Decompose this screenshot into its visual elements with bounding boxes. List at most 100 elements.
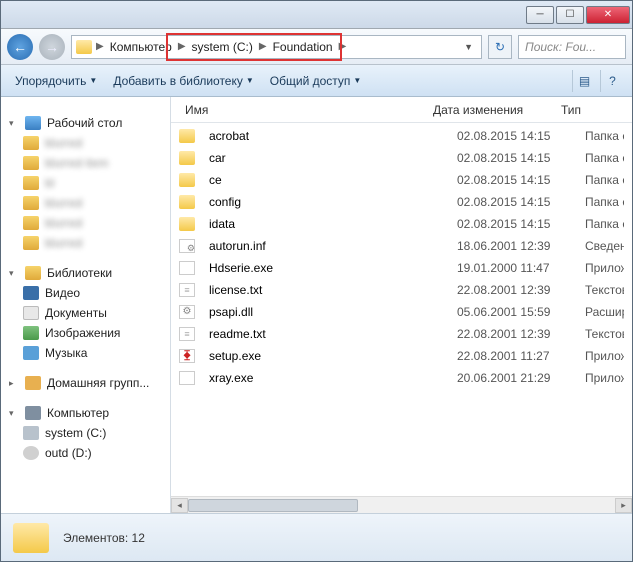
sidebar-item[interactable]: blurred item	[1, 153, 170, 173]
file-type: Приложени	[579, 371, 624, 385]
sidebar-video[interactable]: Видео	[1, 283, 170, 303]
chevron-down-icon: ▼	[89, 76, 97, 85]
folder-icon	[13, 523, 49, 553]
sidebar-computer[interactable]: ▾Компьютер	[1, 403, 170, 423]
dropdown-icon[interactable]: ▼	[460, 42, 477, 52]
view-button[interactable]: ▤	[572, 70, 596, 92]
search-input[interactable]: Поиск: Fou...	[518, 35, 626, 59]
scroll-track[interactable]	[188, 498, 615, 513]
file-row[interactable]: config02.08.2015 14:15Папка с фа	[171, 191, 632, 213]
file-type: Папка с фа	[579, 151, 624, 165]
sidebar-drive-c[interactable]: system (C:)	[1, 423, 170, 443]
add-to-library-button[interactable]: Добавить в библиотеку▼	[107, 71, 259, 91]
h-scrollbar[interactable]: ◂ ▸	[171, 496, 632, 513]
chevron-right-icon[interactable]: ▶	[178, 41, 186, 52]
breadcrumb-bar[interactable]: ▶ Компьютер ▶ system (C:) ▶ Foundation ▶…	[71, 35, 482, 59]
status-text: Элементов: 12	[63, 531, 145, 545]
scroll-left-button[interactable]: ◂	[171, 498, 188, 513]
chevron-right-icon[interactable]: ▶	[339, 41, 347, 52]
col-name[interactable]: Имя	[179, 103, 427, 117]
file-row[interactable]: autorun.inf18.06.2001 12:39Сведения д	[171, 235, 632, 257]
file-date: 22.08.2001 11:27	[451, 349, 579, 363]
images-icon	[23, 326, 39, 340]
nav-bar: ← → ▶ Компьютер ▶ system (C:) ▶ Foundati…	[1, 29, 632, 65]
close-button[interactable]: ✕	[586, 6, 630, 24]
scroll-right-button[interactable]: ▸	[615, 498, 632, 513]
file-row[interactable]: acrobat02.08.2015 14:15Папка с фа	[171, 125, 632, 147]
file-type: Папка с фа	[579, 129, 624, 143]
libraries-icon	[25, 266, 41, 280]
refresh-button[interactable]: ↻	[488, 35, 512, 59]
sidebar-homegroup[interactable]: ▸Домашняя групп...	[1, 373, 170, 393]
explorer-window: ─ ☐ ✕ ← → ▶ Компьютер ▶ system (C:) ▶ Fo…	[0, 0, 633, 562]
sidebar-item[interactable]: blurred	[1, 213, 170, 233]
sidebar-item[interactable]: blurred	[1, 233, 170, 253]
crumb-computer[interactable]: Компьютер	[106, 40, 176, 54]
folder-icon	[179, 195, 195, 209]
sidebar-documents[interactable]: Документы	[1, 303, 170, 323]
back-button[interactable]: ←	[7, 34, 33, 60]
file-date: 02.08.2015 14:15	[451, 173, 579, 187]
sidebar-item[interactable]: blurred	[1, 133, 170, 153]
file-type: Папка с фа	[579, 195, 624, 209]
organize-button[interactable]: Упорядочить▼	[9, 71, 103, 91]
sidebar-desktop[interactable]: ▾Рабочий стол	[1, 113, 170, 133]
crumb-drive[interactable]: system (C:)	[188, 40, 257, 54]
file-date: 20.06.2001 21:29	[451, 371, 579, 385]
collapse-icon: ▾	[9, 408, 19, 419]
file-row[interactable]: readme.txt22.08.2001 12:39Текстовый	[171, 323, 632, 345]
file-date: 05.06.2001 15:59	[451, 305, 579, 319]
file-type: Расширен	[579, 305, 624, 319]
computer-icon	[25, 406, 41, 420]
folder-icon	[179, 217, 195, 231]
file-row[interactable]: car02.08.2015 14:15Папка с фа	[171, 147, 632, 169]
file-name: xray.exe	[203, 371, 451, 385]
column-headers: Имя Дата изменения Тип	[171, 97, 632, 123]
file-row[interactable]: license.txt22.08.2001 12:39Текстовый	[171, 279, 632, 301]
search-placeholder: Поиск: Fou...	[525, 40, 596, 54]
sidebar-drive-d[interactable]: outd (D:)	[1, 443, 170, 463]
folder-icon	[23, 196, 39, 210]
file-name: idata	[203, 217, 451, 231]
sidebar-item[interactable]: blurred	[1, 193, 170, 213]
folder-icon	[76, 40, 92, 54]
maximize-button[interactable]: ☐	[556, 6, 584, 24]
col-type[interactable]: Тип	[555, 103, 624, 117]
status-bar: Элементов: 12	[1, 513, 632, 561]
sidebar-item[interactable]: bl	[1, 173, 170, 193]
help-button[interactable]: ?	[600, 70, 624, 92]
expand-icon: ▸	[9, 378, 19, 389]
sidebar-images[interactable]: Изображения	[1, 323, 170, 343]
file-date: 22.08.2001 12:39	[451, 283, 579, 297]
share-button[interactable]: Общий доступ▼	[264, 71, 368, 91]
forward-button[interactable]: →	[39, 34, 65, 60]
file-date: 02.08.2015 14:15	[451, 217, 579, 231]
main-panel: Имя Дата изменения Тип acrobat02.08.2015…	[171, 97, 632, 513]
drive-icon	[23, 426, 39, 440]
file-row[interactable]: ⧱setup.exe22.08.2001 11:27Приложени	[171, 345, 632, 367]
chevron-right-icon[interactable]: ▶	[96, 41, 104, 52]
file-date: 02.08.2015 14:15	[451, 129, 579, 143]
sidebar-libraries[interactable]: ▾Библиотеки	[1, 263, 170, 283]
minimize-button[interactable]: ─	[526, 6, 554, 24]
chevron-down-icon: ▼	[246, 76, 254, 85]
disc-icon	[23, 446, 39, 460]
file-row[interactable]: xray.exe20.06.2001 21:29Приложени	[171, 367, 632, 389]
homegroup-icon	[25, 376, 41, 390]
scroll-thumb[interactable]	[188, 499, 358, 512]
file-row[interactable]: idata02.08.2015 14:15Папка с фа	[171, 213, 632, 235]
chevron-right-icon[interactable]: ▶	[259, 41, 267, 52]
folder-icon	[23, 136, 39, 150]
crumb-folder[interactable]: Foundation	[269, 40, 337, 54]
titlebar[interactable]: ─ ☐ ✕	[1, 1, 632, 29]
file-row[interactable]: Hdserie.exe19.01.2000 11:47Приложени	[171, 257, 632, 279]
dll-icon	[179, 305, 195, 319]
folder-icon	[23, 236, 39, 250]
file-row[interactable]: ce02.08.2015 14:15Папка с фа	[171, 169, 632, 191]
col-date[interactable]: Дата изменения	[427, 103, 555, 117]
file-row[interactable]: psapi.dll05.06.2001 15:59Расширен	[171, 301, 632, 323]
file-list: acrobat02.08.2015 14:15Папка с фаcar02.0…	[171, 123, 632, 496]
exe-icon	[179, 371, 195, 385]
sidebar-music[interactable]: Музыка	[1, 343, 170, 363]
file-name: ce	[203, 173, 451, 187]
